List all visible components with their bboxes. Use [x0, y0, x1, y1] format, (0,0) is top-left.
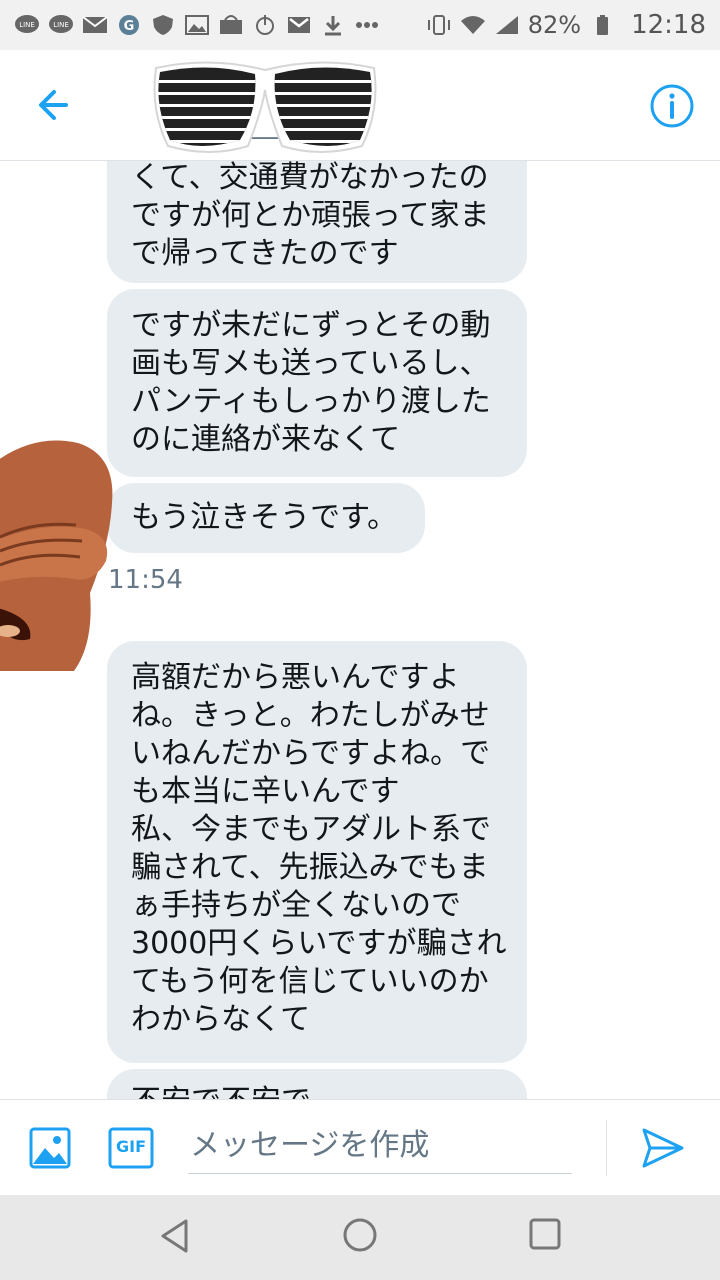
vibrate-icon: [426, 14, 452, 36]
more-icon: [354, 14, 380, 36]
download-icon: [320, 14, 346, 36]
sunglasses-sticker: [153, 61, 377, 153]
message-line: もう泣きそうです。: [131, 500, 398, 535]
message-input[interactable]: [188, 1118, 572, 1174]
battery-level: 82%: [527, 11, 582, 39]
au-mail-icon: [82, 14, 108, 36]
message-bubble[interactable]: ですが未だにずっとその動 画も写メも送っているし、 パンティもしっかり渡した の…: [107, 289, 527, 477]
line-icon: LINE: [14, 14, 40, 36]
message-line: 騙されて、先振込みでもま: [131, 850, 489, 885]
svg-text:G: G: [124, 19, 135, 34]
gif-label: GIF: [115, 1137, 146, 1156]
signal-icon: [494, 14, 520, 36]
see-no-evil-monkey-sticker: [0, 440, 113, 671]
message-line: 私、今までもアダルト系で: [131, 812, 491, 847]
message-line: ですが未だにずっとその動: [131, 308, 491, 343]
message-timestamp: 11:54: [108, 565, 183, 595]
status-bar: LINE LINE G 82% 12:18: [0, 0, 720, 50]
back-button[interactable]: [30, 82, 80, 128]
message-line: 3000円くらいですが騙され: [131, 926, 507, 961]
message-bubble[interactable]: くて、交通費がなかったの ですが何とか頑張って家ま で帰ってきたのです: [107, 161, 527, 283]
notification-icons: LINE LINE G: [14, 14, 426, 36]
message-composer: GIF: [0, 1099, 720, 1196]
message-line: ですが何とか頑張って家ま: [131, 198, 490, 233]
message-bubble[interactable]: 高額だから悪いんですよ ね。きっと。わたしがみせ いねんだからですよね。で も本…: [107, 641, 527, 1063]
message-line: で帰ってきたのです: [131, 236, 399, 271]
power-icon: [252, 14, 278, 36]
message-line: 不安で不安で: [131, 1083, 505, 1099]
wifi-icon: [460, 14, 486, 36]
message-line: くて、交通費がなかったの: [131, 161, 489, 195]
market-icon: [218, 14, 244, 36]
message-line: 高額だから悪いんですよ: [131, 660, 460, 695]
clock: 12:18: [631, 10, 706, 40]
system-nav-bar: [0, 1195, 720, 1280]
send-icon: [642, 1128, 684, 1168]
message-line: いねんだからですよね。で: [131, 736, 491, 771]
info-button[interactable]: [648, 82, 696, 130]
message-bubble[interactable]: もう泣きそうです。: [107, 483, 425, 553]
battery-icon: [589, 14, 615, 36]
info-icon: [650, 84, 694, 128]
shield-icon: [150, 14, 176, 36]
message-line: ぁ手持ちが全くないので: [131, 888, 461, 923]
nav-back-icon[interactable]: [158, 1217, 192, 1255]
g-icon: G: [116, 14, 142, 36]
message-line: パンティもしっかり渡した: [131, 384, 491, 419]
add-image-button[interactable]: [28, 1126, 72, 1170]
arrow-left-icon: [39, 90, 68, 120]
conversation-header: ausa______214: [0, 50, 720, 161]
message-line: わからなくて: [131, 1002, 311, 1037]
message-line: てもう何を信じていいのか: [131, 964, 489, 999]
add-gif-button[interactable]: GIF: [108, 1126, 154, 1170]
send-button[interactable]: [640, 1126, 686, 1170]
message-line: ね。きっと。わたしがみせ: [131, 698, 490, 733]
message-line: のに連絡が来なくて: [131, 422, 401, 457]
message-line: 画も写メも送っているし、: [131, 346, 490, 381]
nav-recent-icon[interactable]: [528, 1217, 562, 1251]
gmail-icon: [286, 14, 312, 36]
composer-divider: [606, 1120, 607, 1176]
message-line: も本当に辛いんです: [131, 774, 400, 809]
image-icon: [29, 1127, 71, 1169]
image-icon: [184, 14, 210, 36]
svg-text:LINE: LINE: [19, 21, 35, 29]
nav-home-icon[interactable]: [342, 1217, 378, 1253]
message-list[interactable]: くて、交通費がなかったの ですが何とか頑張って家ま で帰ってきたのです ですが未…: [0, 161, 720, 1099]
svg-text:LINE: LINE: [53, 21, 69, 29]
line-icon: LINE: [48, 14, 74, 36]
message-bubble[interactable]: 不安で不安で: [107, 1069, 527, 1099]
